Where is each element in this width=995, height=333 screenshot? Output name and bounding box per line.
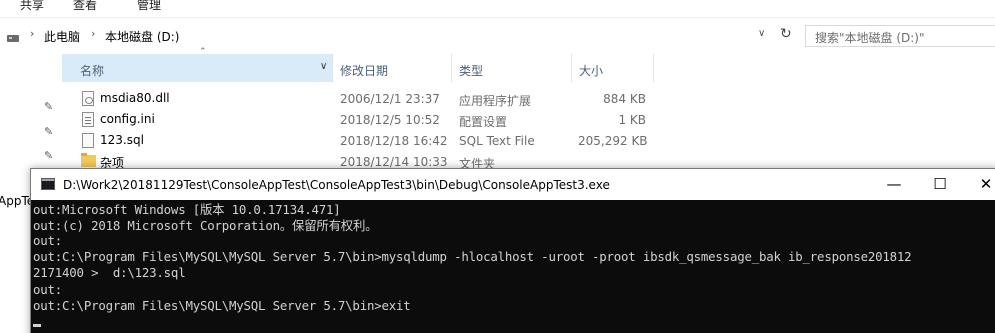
console-line: out:C:\Program Files\MySQL\MySQL Server … — [33, 298, 411, 313]
desktop-screenshot: 共享 查看 管理 › 此电脑 › 本地磁盘 (D:) ∨ ↻ 搜索"本地磁盘 (… — [0, 0, 995, 333]
chevron-right-icon[interactable]: › — [30, 27, 34, 40]
console-app-icon — [41, 178, 55, 190]
file-size: 205,292 KB — [578, 134, 648, 148]
file-type: 应用程序扩展 — [459, 94, 532, 108]
maximize-button[interactable]: ☐ — [917, 172, 963, 196]
sort-up-icon: ⌃ — [199, 47, 207, 57]
minimize-button[interactable]: — — [871, 172, 917, 196]
folder-icon — [81, 153, 96, 167]
file-name: config.ini — [100, 112, 155, 126]
pin-icon[interactable]: ✎ — [44, 149, 53, 162]
console-output[interactable]: out:Microsoft Windows [版本 10.0.17134.471… — [31, 200, 995, 333]
column-header-size[interactable]: 大小 — [579, 62, 603, 79]
console-title-bar[interactable]: D:\Work2\20181129Test\ConsoleAppTest\Con… — [31, 169, 995, 199]
tab-share[interactable]: 共享 — [20, 0, 44, 13]
chevron-right-icon[interactable]: › — [91, 27, 95, 40]
file-row[interactable]: msdia80.dll 2006/12/1 23:37 应用程序扩展 884 K… — [62, 89, 662, 110]
tab-view[interactable]: 查看 — [73, 0, 97, 13]
file-row[interactable]: 123.sql 2018/12/18 16:42 SQL Text File 2… — [62, 131, 662, 152]
file-type: SQL Text File — [459, 134, 535, 148]
search-placeholder: 搜索"本地磁盘 (D:)" — [815, 31, 925, 45]
console-window[interactable]: D:\Work2\20181129Test\ConsoleAppTest\Con… — [30, 168, 995, 333]
breadcrumb-local-disk-d[interactable]: 本地磁盘 (D:) — [105, 28, 179, 45]
console-line: 2171400 > d:\123.sql — [33, 265, 186, 280]
search-input[interactable]: 搜索"本地磁盘 (D:)" — [805, 25, 995, 47]
file-type: 配置设置 — [459, 115, 508, 129]
file-row[interactable]: config.ini 2018/12/5 10:52 配置设置 1 KB — [62, 110, 662, 131]
explorer-ribbon: 共享 查看 管理 — [0, 0, 995, 17]
file-name: 123.sql — [100, 133, 144, 147]
column-header-type[interactable]: 类型 — [459, 62, 483, 79]
breadcrumb-this-pc[interactable]: 此电脑 — [44, 28, 80, 45]
column-divider[interactable] — [571, 54, 572, 82]
pin-icon[interactable]: ✎ — [44, 125, 53, 138]
chevron-down-icon[interactable]: ∨ — [758, 28, 765, 39]
drive-icon — [7, 35, 19, 42]
address-bar: › 此电脑 › 本地磁盘 (D:) ∨ ↻ 搜索"本地磁盘 (D:)" — [0, 23, 995, 49]
column-header-date[interactable]: 修改日期 — [340, 62, 388, 79]
file-date: 2018/12/5 10:52 — [340, 113, 440, 127]
console-line: out:(c) 2018 Microsoft Corporation。保留所有权… — [33, 218, 378, 233]
column-divider[interactable] — [653, 54, 654, 82]
ribbon-divider — [0, 17, 995, 18]
file-date: 2018/12/14 10:33 — [340, 155, 448, 169]
file-size: 1 KB — [618, 113, 646, 127]
chevron-down-icon[interactable]: ∨ — [320, 61, 327, 72]
console-title: D:\Work2\20181129Test\ConsoleAppTest\Con… — [63, 178, 610, 192]
sql-file-icon — [82, 133, 94, 148]
console-line: out: — [33, 282, 63, 297]
text-cursor — [33, 324, 41, 327]
console-line: out:C:\Program Files\MySQL\MySQL Server … — [33, 249, 912, 264]
pin-icon[interactable]: ✎ — [44, 100, 53, 113]
close-button[interactable]: ✕ — [963, 172, 995, 196]
column-header-name[interactable]: 名称 — [80, 62, 104, 79]
file-size: 884 KB — [603, 92, 646, 106]
ini-file-icon — [82, 112, 94, 127]
dll-file-icon — [82, 91, 94, 106]
tab-manage[interactable]: 管理 — [137, 0, 161, 13]
column-divider[interactable] — [332, 54, 333, 82]
refresh-icon[interactable]: ↻ — [780, 26, 792, 42]
console-line: out: — [33, 233, 63, 248]
clipped-sidebar-text: AppTe — [0, 194, 35, 208]
column-divider[interactable] — [451, 54, 452, 82]
file-date: 2018/12/18 16:42 — [340, 134, 448, 148]
file-name: msdia80.dll — [100, 91, 170, 105]
file-date: 2006/12/1 23:37 — [340, 92, 440, 106]
